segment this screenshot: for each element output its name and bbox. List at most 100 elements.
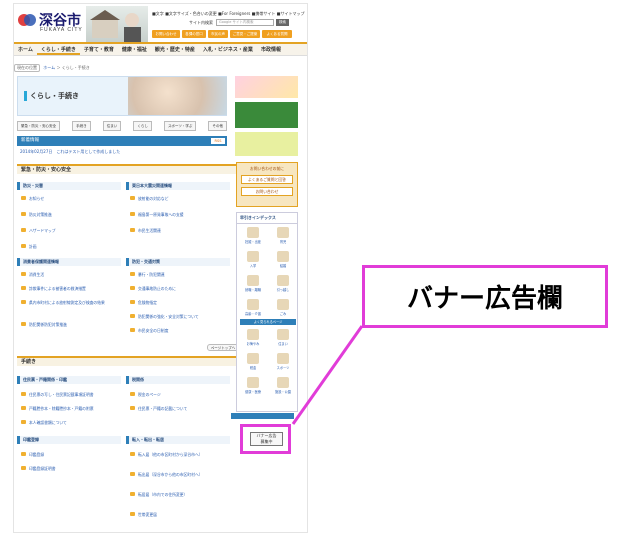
gnav-business[interactable]: 入札・ビジネス・産業 [199, 44, 257, 55]
section-procedures: 手続き [17, 356, 239, 366]
tab-emergency[interactable]: 緊急・防災・安心安全 [17, 121, 60, 131]
index-item-label: 施設・公園 [275, 390, 291, 394]
header-link-text[interactable]: ■文字 [152, 11, 164, 16]
list-item[interactable]: 住民票の写し・住民票記載事項証明書 [21, 392, 94, 398]
gnav-living[interactable]: くらし・手続き [36, 44, 80, 55]
box-quake: 東日本大震災関連情報 放射能の対応など 福島第一原発事故への支援 市民生活関連 [126, 182, 230, 242]
city-logo[interactable]: 深谷市 FUKAYA CITY [17, 10, 87, 36]
gnav-home[interactable]: ホーム [14, 44, 37, 55]
util-button-window[interactable]: 各課の窓口 [182, 30, 206, 38]
search-input[interactable]: Google サイト内検索 [216, 19, 274, 26]
index-item[interactable]: 結婚 [270, 251, 296, 274]
index-item[interactable]: 健康・医療 [240, 377, 266, 400]
list-item[interactable]: 市民生活関連 [130, 228, 161, 234]
util-button-faq[interactable]: よくある質問 [262, 30, 292, 38]
list-item[interactable]: 危険物指定 [130, 300, 157, 306]
util-button-opinion[interactable]: ご意見・ご提案 [230, 30, 260, 38]
faq-button[interactable]: よくあるご質問と回答 [241, 175, 293, 184]
index-item[interactable]: 引っ越し [270, 275, 296, 298]
site-search-label: サイト内検索 [189, 20, 213, 25]
box-tax: 税関係 税金のページ 住民票・戸籍の記載について [126, 376, 230, 422]
breadcrumb-home[interactable]: ホーム [43, 65, 55, 70]
contact-button[interactable]: お問い合わせ [241, 187, 293, 196]
banner-ad-line2: 募集中 [260, 439, 273, 444]
list-item[interactable]: 防犯関係防犯対策推進 [21, 322, 67, 328]
list-item[interactable]: 住民票・戸籍の記載について [130, 406, 187, 412]
index-item-label: 就職・離職 [245, 288, 261, 292]
index-item[interactable]: 施設・公園 [270, 377, 296, 400]
index-item[interactable]: 入学 [240, 251, 266, 274]
news-item[interactable]: 2014年02月27日 これはテスト用として作成しました [20, 149, 120, 155]
box-register-title: 住民票・戸籍関係・印鑑 [17, 376, 121, 384]
index-item[interactable]: お悔やみ [240, 329, 266, 352]
list-item[interactable]: 世帯変更届 [130, 512, 157, 518]
header-link-mobile[interactable]: ■携帯サイト [252, 11, 276, 16]
gnav-tourism[interactable]: 観光・歴史・特産 [151, 44, 199, 55]
tab-other[interactable]: その他 [208, 121, 227, 131]
index-item[interactable]: 住まい [270, 329, 296, 352]
breadcrumb: 現在の位置 ホーム ＞ くらし・手続き [14, 64, 90, 72]
tab-living[interactable]: くらし [133, 121, 152, 131]
list-item[interactable]: 転居届（市内での住所変更） [130, 492, 187, 498]
list-item[interactable]: ハザードマップ [21, 228, 56, 234]
list-item[interactable]: お知らせ [21, 196, 44, 202]
search-button[interactable]: 検索 [276, 19, 289, 26]
list-item[interactable]: 計画 [21, 244, 37, 250]
quick-index-title: 早引きインデックス [237, 213, 297, 224]
list-item[interactable]: 転出届（深谷市から他の市区町村へ） [130, 472, 203, 478]
page-title: くらし・手続き [24, 91, 79, 101]
util-button-contact[interactable]: お問い合わせ [152, 30, 180, 38]
list-item[interactable]: 放射能の対応など [130, 196, 168, 202]
index-item[interactable]: 税金 [240, 353, 266, 376]
banner-ad-slot[interactable]: バナー広告 募集中 [240, 424, 291, 454]
index-item[interactable]: 育児 [270, 227, 296, 250]
index-item-label: お悔やみ [246, 342, 260, 346]
list-item[interactable]: 税金のページ [130, 392, 161, 398]
gnav-education[interactable]: 子育て・教育 [80, 44, 118, 55]
global-nav: ホーム くらし・手続き 子育て・教育 健康・福祉 観光・歴史・特産 入札・ビジネ… [14, 42, 307, 56]
gnav-cityinfo[interactable]: 市政情報 [257, 44, 285, 55]
box-disaster: 防災・災害 お知らせ 防災対策推進 ハザードマップ 計画 [17, 182, 121, 254]
header-link-sitemap[interactable]: ■サイトマップ [277, 11, 305, 16]
breadcrumb-current: くらし・手続き [61, 65, 90, 70]
quick-index: 早引きインデックス 妊娠・出産 育児 入学 結婚 就職・離職 引っ越し 高齢・介… [236, 212, 298, 412]
list-item[interactable]: 防災対策推進 [21, 212, 52, 218]
header-link-foreign[interactable]: ■For Foreigners [218, 11, 250, 16]
banner-ad-placeholder[interactable]: バナー広告 募集中 [250, 432, 283, 446]
list-item[interactable]: 戸籍謄抄本・除籍謄抄本・戸籍の附票 [21, 406, 94, 412]
tab-procedures[interactable]: 手続き [72, 121, 91, 131]
index-item[interactable]: 就職・離職 [240, 275, 266, 298]
faq-panel-title: お問い合わせの前に [249, 166, 285, 171]
list-item[interactable]: 印鑑登録 [21, 452, 44, 458]
pagetop-button[interactable]: ページトップへ [207, 344, 239, 351]
ad-banner-3[interactable] [235, 132, 298, 156]
util-button-voice[interactable]: 市民の声 [208, 30, 228, 38]
box-safety: 防犯・交通対策 暴行・防犯関連 交通事故防止のために 危険物指定 防犯関係の強化… [126, 258, 230, 338]
index-item[interactable]: スポーツ [270, 353, 296, 376]
header-illustration [86, 6, 148, 42]
list-item[interactable]: 暴行・防犯関連 [130, 272, 165, 278]
list-item[interactable]: 防犯関係の強化・安全対策について [130, 314, 199, 320]
rss-button[interactable]: RSS [211, 138, 225, 144]
list-item[interactable]: 転入届（他の市区町村から深谷市へ） [130, 452, 203, 458]
list-item[interactable]: 福島第一原発事故への支援 [130, 212, 184, 218]
list-item[interactable]: 交通事故防止のために [130, 286, 176, 292]
list-item[interactable]: 消費生活 [21, 272, 44, 278]
tab-housing[interactable]: 住まい [102, 121, 122, 131]
list-item[interactable]: 県内市町村による放射線測定及び検査の結果 [21, 300, 105, 306]
list-item[interactable]: 市民安全の日制度 [130, 328, 168, 334]
popular-pages-header: よく見られるページ [240, 319, 296, 325]
gnav-health[interactable]: 健康・福祉 [118, 44, 151, 55]
ad-banner-twitter[interactable] [235, 102, 298, 128]
section-emergency: 緊急・防災・安心安全 [17, 164, 239, 174]
list-item[interactable]: 印鑑登録証明書 [21, 466, 56, 472]
tab-sports[interactable]: スポーツ・学ぶ [163, 121, 197, 131]
list-item[interactable]: 本人確認書類について [21, 420, 67, 426]
ad-banner-1[interactable] [235, 76, 298, 98]
header-link-size[interactable]: ■文字サイズ・色合いの変更 [165, 11, 217, 16]
index-item[interactable]: 妊娠・出産 [240, 227, 266, 250]
box-safety-title: 防犯・交通対策 [126, 258, 230, 266]
list-item[interactable]: 詐欺事件による被害者の救済措置 [21, 286, 86, 292]
city-emblem-icon [18, 14, 36, 26]
index-item-label: スポーツ [276, 366, 290, 370]
